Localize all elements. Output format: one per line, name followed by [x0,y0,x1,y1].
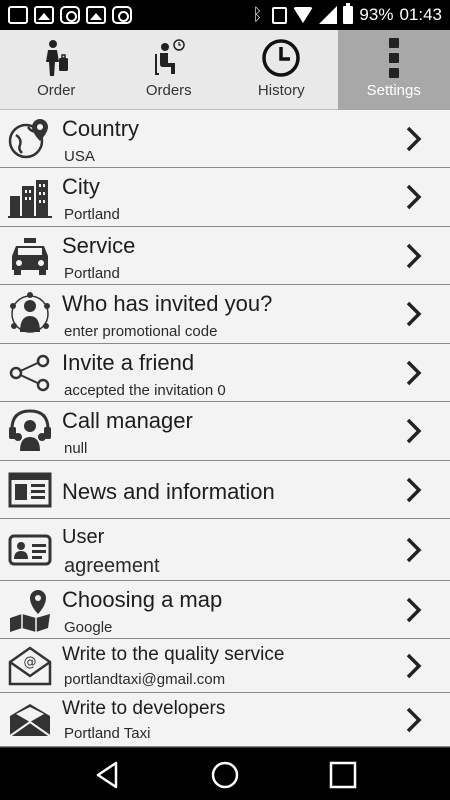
share-icon [9,354,50,392]
menu-dots-icon [388,38,399,78]
image-notification-icon [8,6,28,24]
status-bar: 93% 01:43 [0,0,450,30]
tab-settings[interactable]: Settings [337,30,450,110]
tab-order-label: Order [37,82,76,99]
nfc-icon [272,6,288,24]
invited-by-hint: enter promotional code [64,323,218,340]
settings-item-quality-service[interactable]: @ Write to the quality service portlandt… [0,639,450,693]
signal-icon [319,6,338,24]
tab-orders-label: Orders [145,82,192,99]
back-icon[interactable] [92,760,122,790]
tab-history[interactable]: History [225,30,338,110]
chevron-right-icon [406,477,422,503]
instagram-notification-icon [60,6,80,24]
chevron-right-icon [406,301,422,327]
headset-people-icon [9,409,51,451]
tab-bar: Order Orders History Settings [0,30,450,110]
camera-notification-icon [112,6,132,24]
settings-item-invited-by[interactable]: Who has invited you? enter promotional c… [0,285,450,344]
gallery-notification-icon [34,6,54,24]
news-title: News and information [62,479,275,504]
settings-item-country[interactable]: Country USA [0,110,450,168]
quality-service-title: Write to the quality service [62,644,285,665]
chevron-right-icon [406,707,422,733]
chevron-right-icon [406,184,422,210]
chevron-right-icon [406,537,422,563]
city-value: Portland [64,206,120,223]
chevron-right-icon [406,360,422,386]
bluetooth-icon [250,5,266,25]
id-card-icon [8,534,52,566]
choose-map-value: Google [64,619,113,636]
user-agreement-label: agreement [64,555,160,577]
settings-item-news[interactable]: News and information [0,461,450,519]
service-title: Service [62,233,136,258]
invited-by-title: Who has invited you? [62,291,273,316]
country-value: USA [64,148,95,165]
settings-item-call-manager[interactable]: Call manager null [0,402,450,461]
seated-person-clock-icon [154,39,185,75]
invite-friend-count: accepted the invitation 0 [64,382,226,399]
user-title: User [62,526,105,548]
email-at-icon: @ [8,646,52,686]
battery-icon [343,3,354,24]
clock-time: 01:43 [399,5,442,24]
newspaper-icon [8,472,52,508]
service-value: Portland [64,265,120,282]
system-nav-bar [0,747,450,800]
invite-friend-title: Invite a friend [62,350,195,375]
map-pin-icon [10,590,50,632]
svg-text:@: @ [24,655,37,670]
quality-service-email: portlandtaxi@gmail.com [64,671,226,688]
tab-orders[interactable]: Orders [113,30,226,110]
chevron-right-icon [406,653,422,679]
chevron-right-icon [406,597,422,623]
chevron-right-icon [406,243,422,269]
call-manager-title: Call manager [62,408,193,433]
developers-title: Write to developers [62,698,226,719]
photo-notification-icon [86,6,106,24]
open-envelope-icon [9,704,51,737]
city-title: City [62,174,100,199]
taxi-icon [12,238,48,275]
globe-pin-icon [8,119,48,159]
settings-list: Country USA City Portland Service Portla… [0,110,450,747]
tab-history-label: History [257,82,305,99]
network-people-icon [10,292,50,333]
chevron-right-icon [406,418,422,444]
settings-item-invite-friend[interactable]: Invite a friend accepted the invitation … [0,344,450,402]
tab-settings-label: Settings [366,82,421,99]
settings-item-choose-map[interactable]: Choosing a map Google [0,581,450,639]
city-buildings-icon [8,180,52,218]
country-title: Country [62,116,140,141]
battery-level: 93% [359,5,394,24]
clock-icon [262,39,300,77]
call-manager-value: null [64,440,88,457]
chevron-right-icon [406,126,422,152]
wifi-icon [293,7,314,23]
settings-item-city[interactable]: City Portland [0,168,450,227]
person-with-luggage-icon [46,40,69,76]
choose-map-title: Choosing a map [62,587,223,612]
settings-item-developers[interactable]: Write to developers Portland Taxi [0,693,450,747]
settings-item-service[interactable]: Service Portland [0,227,450,285]
recents-icon[interactable] [328,760,358,790]
home-icon[interactable] [210,760,240,790]
tab-order[interactable]: Order [0,30,113,110]
developers-value: Portland Taxi [64,725,151,742]
settings-item-user-agreement[interactable]: User agreement [0,519,450,581]
